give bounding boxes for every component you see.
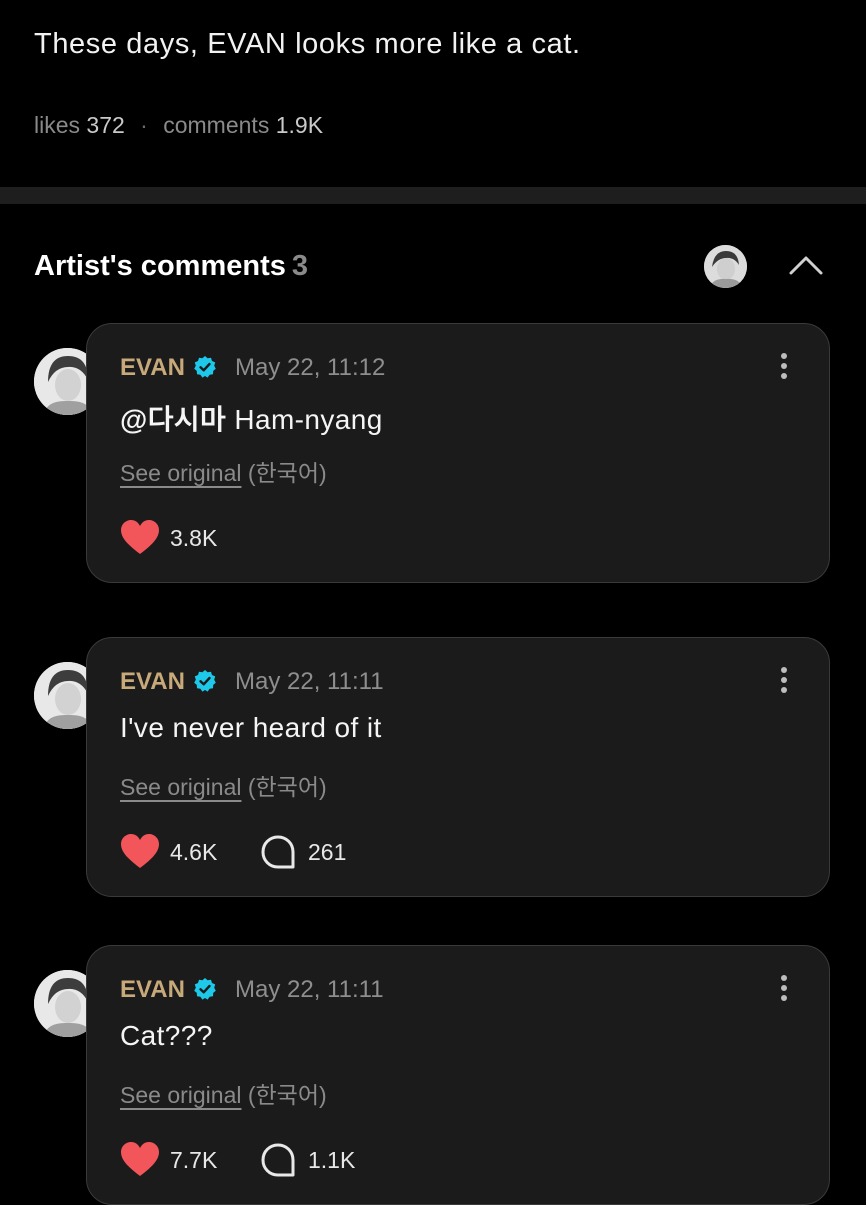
likes-count: 372 — [86, 112, 125, 138]
comments-label[interactable]: comments — [163, 112, 269, 138]
reply-count: 1.1K — [308, 1147, 356, 1173]
like-count: 3.8K — [170, 525, 218, 551]
verified-badge-icon — [194, 670, 216, 692]
comment-card: EVAN May 22, 11:11 Cat??? See original (… — [86, 945, 830, 1205]
more-options-icon[interactable] — [777, 664, 791, 698]
comment-body: Ham-nyang — [226, 404, 383, 435]
like-button[interactable]: 3.8K — [120, 520, 250, 556]
like-count: 4.6K — [170, 839, 218, 865]
verified-badge-icon — [194, 978, 216, 1000]
comment-text: I've never heard of it — [120, 712, 382, 744]
artist-comments-label: Artist's comments — [34, 250, 286, 282]
comment-time: May 22, 11:12 — [235, 354, 386, 381]
comment-text: Cat??? — [120, 1020, 213, 1052]
more-options-icon[interactable] — [777, 350, 791, 384]
heart-icon — [121, 520, 159, 554]
see-original-link[interactable]: See original — [120, 774, 241, 800]
comment-card: EVAN May 22, 11:12 @다시마 Ham-nyang See or… — [86, 323, 830, 583]
like-button[interactable]: 7.7K — [120, 1142, 250, 1178]
verified-badge-icon — [194, 356, 216, 378]
reply-button[interactable]: 1.1K — [260, 1142, 390, 1178]
reply-count: 261 — [308, 839, 347, 865]
see-original-link[interactable]: See original — [120, 460, 241, 486]
comment-time: May 22, 11:11 — [235, 668, 384, 695]
like-button[interactable]: 4.6K — [120, 834, 250, 870]
post-stats: likes 372 · comments 1.9K — [34, 112, 323, 139]
original-language: (한국어) — [247, 774, 327, 800]
heart-icon — [121, 834, 159, 868]
original-language: (한국어) — [247, 1082, 327, 1108]
speech-bubble-icon — [261, 1143, 295, 1177]
comment-mention[interactable]: @다시마 — [120, 404, 226, 435]
comments-count[interactable]: 1.9K — [276, 112, 323, 138]
comment-card: EVAN May 22, 11:11 I've never heard of i… — [86, 637, 830, 897]
artist-avatar[interactable] — [704, 245, 747, 288]
reply-button[interactable]: 261 — [260, 834, 390, 870]
artist-comments-title: Artist's comments 3 — [34, 250, 308, 283]
comment-time: May 22, 11:11 — [235, 976, 384, 1003]
see-original-row: See original (한국어) — [120, 1076, 327, 1110]
comment-author[interactable]: EVAN — [120, 668, 185, 696]
comment-text: @다시마 Ham-nyang — [120, 398, 383, 438]
comment-body: I've never heard of it — [120, 712, 382, 743]
stats-separator: · — [140, 112, 148, 138]
post-text: These days, EVAN looks more like a cat. — [34, 28, 581, 60]
heart-icon — [121, 1142, 159, 1176]
likes-label: likes — [34, 112, 81, 138]
more-options-icon[interactable] — [777, 972, 791, 1006]
see-original-link[interactable]: See original — [120, 1082, 241, 1108]
artist-comments-count: 3 — [291, 250, 308, 282]
comment-body: Cat??? — [120, 1020, 213, 1051]
like-count: 7.7K — [170, 1147, 218, 1173]
comment-author[interactable]: EVAN — [120, 976, 185, 1004]
see-original-row: See original (한국어) — [120, 768, 327, 802]
speech-bubble-icon — [261, 835, 295, 869]
section-divider — [0, 187, 866, 204]
original-language: (한국어) — [247, 460, 327, 486]
comment-author[interactable]: EVAN — [120, 354, 185, 382]
collapse-chevron-icon[interactable] — [786, 250, 826, 280]
see-original-row: See original (한국어) — [120, 454, 327, 488]
